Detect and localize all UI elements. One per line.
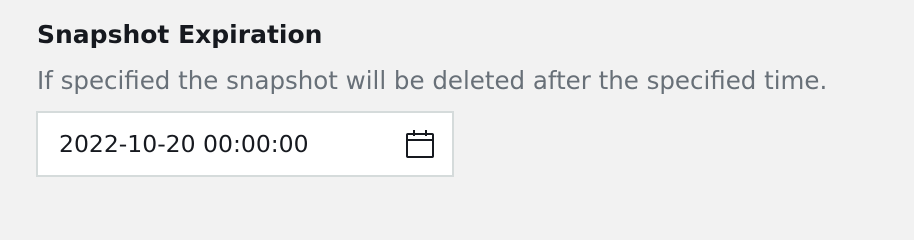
field-description: If specified the snapshot will be delete… — [37, 66, 828, 95]
field-label: Snapshot Expiration — [37, 20, 323, 49]
date-time-input[interactable] — [38, 113, 404, 175]
snapshot-expiration-field: Snapshot Expiration If specified the sna… — [37, 18, 827, 98]
date-input-container[interactable] — [36, 111, 454, 177]
calendar-icon[interactable] — [404, 128, 436, 160]
